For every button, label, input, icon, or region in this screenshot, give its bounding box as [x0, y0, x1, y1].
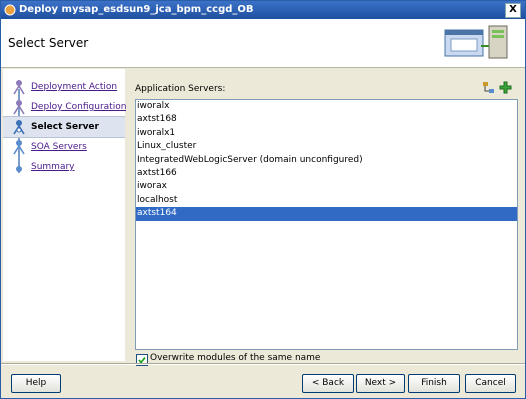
step-label[interactable]: Select Server [31, 122, 99, 132]
list-item[interactable]: iworax [136, 180, 517, 193]
title-bar[interactable]: Deploy mysap_esdsun9_jca_bpm_ccgd_OB X [1, 1, 525, 19]
step-label[interactable]: SOA Servers [31, 142, 87, 152]
help-button[interactable]: Help [11, 374, 61, 393]
list-item[interactable]: IntegratedWebLogicServer (domain unconfi… [136, 154, 517, 167]
step-done-icon [13, 80, 25, 95]
step-soa-servers[interactable]: SOA Servers [3, 137, 125, 157]
deploy-dialog: Deploy mysap_esdsun9_jca_bpm_ccgd_OB X S… [0, 0, 526, 399]
server-list[interactable]: iworalx axtst168 iworalx1 Linux_cluster … [135, 99, 518, 350]
app-icon [4, 4, 16, 16]
add-server-icon[interactable] [499, 81, 512, 94]
server-panel: Application Servers: iworalx axtst168 iw… [126, 69, 523, 366]
page-header: Select Server [1, 19, 525, 68]
step-label[interactable]: Deploy Configuration [31, 102, 126, 112]
list-item[interactable]: iworalx [136, 100, 517, 113]
servers-label: Application Servers: [135, 84, 226, 94]
back-button[interactable]: < Back [302, 374, 354, 393]
wizard-steps: Deployment Action Deploy Configuration S… [3, 69, 126, 361]
list-item[interactable]: Linux_cluster [136, 140, 517, 153]
overwrite-label[interactable]: Overwrite modules of the same name [150, 353, 320, 363]
step-pending-icon [16, 166, 22, 172]
step-current-icon [13, 120, 25, 135]
footer-divider-highlight [1, 364, 525, 365]
list-item[interactable]: iworalx1 [136, 127, 517, 140]
step-select-server[interactable]: Select Server [3, 116, 125, 138]
server-deploy-icon [444, 25, 508, 59]
step-deployment-action[interactable]: Deployment Action [3, 77, 125, 97]
cancel-button[interactable]: Cancel [465, 374, 516, 393]
step-done-icon [13, 100, 25, 115]
list-item-selected[interactable]: axtst164 [136, 207, 517, 221]
finish-button[interactable]: Finish [408, 374, 460, 393]
step-label[interactable]: Summary [31, 162, 75, 172]
page-title: Select Server [8, 36, 89, 50]
close-button[interactable]: X [505, 3, 521, 18]
next-button[interactable]: Next > [356, 374, 405, 393]
step-label[interactable]: Deployment Action [31, 82, 117, 92]
step-deploy-configuration[interactable]: Deploy Configuration [3, 97, 126, 117]
step-pending-icon [13, 140, 25, 155]
list-item[interactable]: axtst166 [136, 167, 517, 180]
list-item[interactable]: axtst168 [136, 113, 517, 126]
window-title: Deploy mysap_esdsun9_jca_bpm_ccgd_OB [19, 4, 254, 15]
step-summary[interactable]: Summary [3, 157, 125, 177]
list-item[interactable]: localhost [136, 194, 517, 207]
server-tree-icon[interactable] [482, 81, 495, 94]
